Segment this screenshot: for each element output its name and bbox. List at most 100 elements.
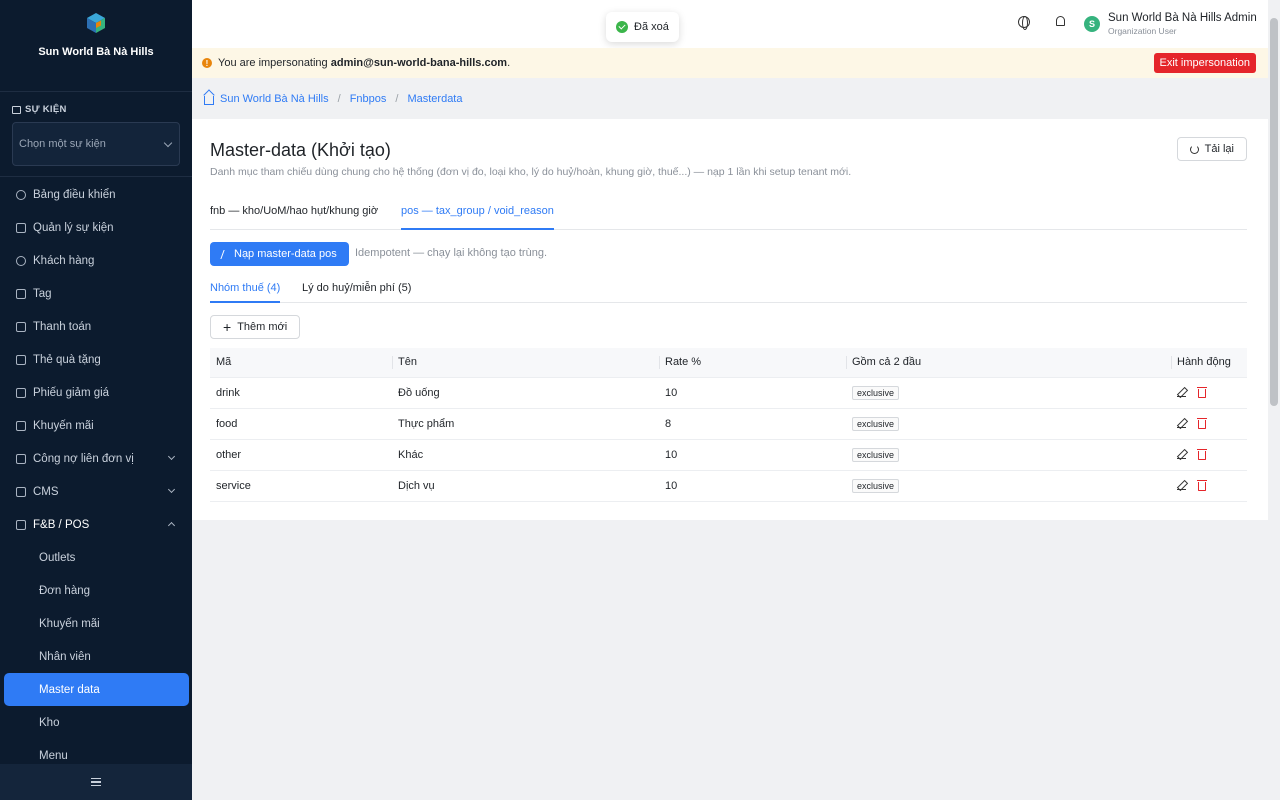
sidebar-subitem-promotions[interactable]: Khuyến mãi	[0, 607, 192, 640]
cell-inclusive: exclusive	[846, 408, 1171, 440]
cell-code: other	[210, 439, 392, 471]
breadcrumb-item-masterdata[interactable]: Masterdata	[407, 93, 462, 105]
sidebar-item-payment[interactable]: Thanh toán	[0, 310, 192, 343]
delete-icon[interactable]	[1197, 418, 1207, 429]
add-new-button[interactable]: + Thêm mới	[210, 315, 301, 339]
tab-fnb[interactable]: fnb — kho/UoM/hao hụt/khung giờ	[210, 205, 378, 230]
scrollbar-thumb[interactable]	[1270, 18, 1278, 406]
sidebar-item-fnb-pos[interactable]: F&B / POS	[0, 508, 192, 541]
chevron-down-icon	[163, 138, 173, 147]
calendar-icon	[16, 222, 26, 233]
reload-label: Tải lại	[1204, 143, 1234, 155]
section-label: SỰ KIỆN	[12, 104, 67, 115]
menu-fold-icon	[91, 778, 101, 786]
event-select[interactable]: Chọn một sự kiện	[12, 122, 180, 166]
sidebar-item-customers[interactable]: Khách hàng	[0, 244, 192, 277]
tag-icon	[16, 288, 26, 299]
globe-icon[interactable]	[1018, 16, 1030, 30]
tab-pos[interactable]: pos — tax_group / void_reason	[401, 205, 554, 230]
sidebar-subitem-warehouse[interactable]: Kho	[0, 706, 192, 739]
sidebar-item-label: Thanh toán	[33, 320, 92, 333]
reload-icon	[1189, 144, 1199, 154]
sidebar-item-dashboard[interactable]: Bảng điều khiển	[0, 178, 192, 211]
sidebar-item-label: Phiếu giảm giá	[33, 386, 110, 399]
edit-icon[interactable]	[1177, 481, 1186, 490]
sidebar-item-label: Quản lý sự kiện	[33, 221, 114, 234]
cell-code: drink	[210, 377, 392, 409]
cube-logo-icon	[87, 13, 105, 33]
edit-icon[interactable]	[1177, 450, 1186, 459]
sidebar-subitem-staff[interactable]: Nhân viên	[0, 640, 192, 673]
payment-icon	[16, 321, 26, 332]
table-row: service Dịch vụ 10 exclusive	[210, 470, 1247, 502]
cell-actions	[1171, 470, 1247, 502]
avatar[interactable]: S	[1084, 16, 1100, 32]
sidebar-subitem-orders[interactable]: Đơn hàng	[0, 574, 192, 607]
seed-master-data-button[interactable]: Nạp master-data pos	[210, 242, 349, 266]
col-rate: Rate %	[659, 348, 846, 378]
toast-message: Đã xoá	[606, 12, 679, 42]
add-label: Thêm mới	[237, 321, 288, 333]
sidebar-item-events[interactable]: Quản lý sự kiện	[0, 211, 192, 244]
impersonation-banner: ! You are impersonating admin@sun-world-…	[192, 48, 1268, 78]
cell-inclusive: exclusive	[846, 439, 1171, 471]
page-scrollbar[interactable]	[1268, 0, 1280, 800]
cell-inclusive: exclusive	[846, 377, 1171, 409]
sidebar-item-label: CMS	[33, 485, 59, 498]
inclusive-badge: exclusive	[852, 416, 900, 431]
exclamation-icon: !	[202, 58, 212, 68]
sidebar-item-label: Công nợ liên đơn vị	[33, 452, 134, 465]
toast-text: Đã xoá	[634, 21, 669, 33]
event-select-placeholder: Chọn một sự kiện	[19, 138, 106, 150]
sidebar-item-inter-unit-debt[interactable]: Công nợ liên đơn vị	[0, 442, 192, 475]
sidebar-item-tag[interactable]: Tag	[0, 277, 192, 310]
delete-icon[interactable]	[1197, 449, 1207, 460]
chevron-up-icon	[167, 521, 176, 530]
cell-name: Đồ uống	[392, 377, 659, 409]
sidebar-item-promotions[interactable]: Khuyến mãi	[0, 409, 192, 442]
brand: Sun World Bà Nà Hills	[0, 0, 192, 92]
sidebar-nav: Bảng điều khiển Quản lý sự kiện Khách hà…	[0, 178, 192, 772]
sidebar-divider	[0, 176, 192, 177]
bell-icon[interactable]	[1056, 16, 1065, 26]
col-inclusive: Gồm cả 2 đầu	[846, 348, 1171, 378]
reload-button[interactable]: Tải lại	[1176, 137, 1247, 161]
bolt-icon	[220, 249, 230, 259]
sidebar-collapse-button[interactable]	[0, 764, 192, 800]
edit-icon[interactable]	[1177, 419, 1186, 428]
tab-void-reasons[interactable]: Lý do huỷ/miễn phí (5)	[302, 282, 411, 303]
cell-rate: 8	[659, 408, 846, 440]
chevron-down-icon	[167, 485, 176, 494]
breadcrumb-item-org[interactable]: Sun World Bà Nà Hills	[220, 93, 329, 105]
inclusive-badge: exclusive	[852, 478, 900, 493]
col-code: Mã	[210, 348, 392, 378]
sidebar-subitem-master-data[interactable]: Master data	[4, 673, 189, 706]
exit-impersonation-button[interactable]: Exit impersonation	[1153, 53, 1256, 73]
tab-tax-groups[interactable]: Nhóm thuế (4)	[210, 282, 281, 303]
delete-icon[interactable]	[1197, 387, 1207, 398]
sidebar-item-label: Thẻ quà tặng	[33, 353, 101, 366]
sidebar: Sun World Bà Nà Hills SỰ KIỆN Chọn một s…	[0, 0, 192, 800]
breadcrumb-item-fnbpos[interactable]: Fnbpos	[350, 93, 387, 105]
sidebar-subitem-outlets[interactable]: Outlets	[0, 541, 192, 574]
delete-icon[interactable]	[1197, 480, 1207, 491]
cell-name: Khác	[392, 439, 659, 471]
subtabs: Nhóm thuế (4) Lý do huỷ/miễn phí (5)	[210, 282, 1247, 303]
sidebar-item-cms[interactable]: CMS	[0, 475, 192, 508]
sidebar-item-gift-cards[interactable]: Thẻ quà tặng	[0, 343, 192, 376]
cell-actions	[1171, 408, 1247, 440]
seed-label: Nạp master-data pos	[234, 248, 337, 260]
cell-name: Thực phẩm	[392, 408, 659, 440]
cell-actions	[1171, 439, 1247, 471]
user-name[interactable]: Sun World Bà Nà Hills Admin	[1108, 12, 1257, 24]
cell-code: food	[210, 408, 392, 440]
users-icon	[16, 255, 26, 266]
table-row: food Thực phẩm 8 exclusive	[210, 408, 1247, 440]
user-role: Organization User	[1108, 26, 1177, 36]
sidebar-item-coupons[interactable]: Phiếu giảm giá	[0, 376, 192, 409]
edit-icon[interactable]	[1177, 388, 1186, 397]
cell-rate: 10	[659, 439, 846, 471]
sidebar-item-label: Tag	[33, 287, 52, 300]
tax-group-table: Mã Tên Rate % Gồm cả 2 đầu Hành động dri…	[210, 348, 1247, 502]
home-icon[interactable]	[204, 95, 214, 105]
